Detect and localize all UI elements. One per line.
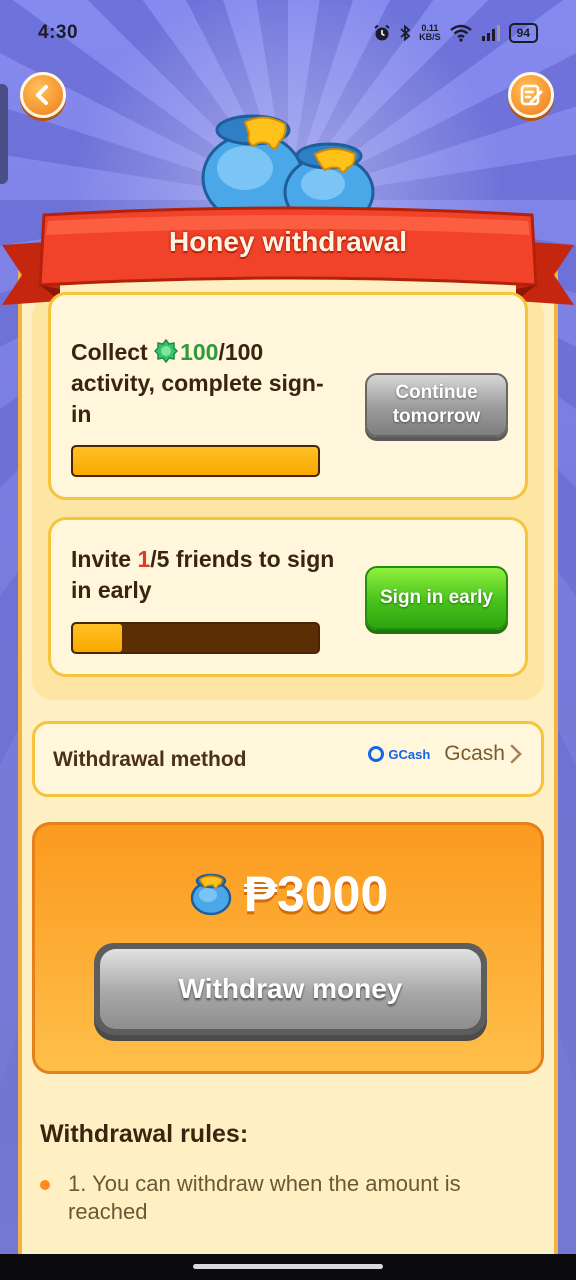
withdraw-amount: ₱3000 xyxy=(243,866,389,922)
task-description: Invite 1/5 friends to sign in early xyxy=(71,544,341,606)
green-gem-icon xyxy=(154,339,179,363)
edit-note-button[interactable] xyxy=(508,72,554,118)
gcash-logo: GCash xyxy=(368,746,430,762)
signal-icon xyxy=(481,25,500,41)
chevron-right-icon xyxy=(510,744,522,764)
chevron-left-icon xyxy=(36,85,48,105)
task-text-prefix: Collect xyxy=(71,339,155,365)
task-card-collect: Collect 100/100 activity, complete sign-… xyxy=(48,292,528,500)
rules-title: Withdrawal rules: xyxy=(40,1120,249,1148)
status-time: 4:30 xyxy=(38,22,79,43)
withdraw-money-label: Withdraw money xyxy=(100,949,481,1029)
withdrawal-method-value: Gcash xyxy=(444,742,505,765)
withdrawal-method-selector[interactable]: GCash Gcash xyxy=(368,742,523,766)
system-nav-bar xyxy=(0,1254,576,1280)
withdrawal-method-row[interactable]: Withdrawal method GCash Gcash xyxy=(32,721,544,797)
amount-card: ₱3000 Withdraw money xyxy=(32,822,544,1074)
net-speed-unit: KB/S xyxy=(419,32,441,42)
alarm-icon xyxy=(374,24,390,41)
honey-pots-illustration xyxy=(201,114,375,220)
task-progress-bar xyxy=(71,445,320,477)
status-icons: 0.11 KB/S 94 xyxy=(373,23,538,43)
home-gesture-pill[interactable] xyxy=(193,1264,383,1269)
task-progress-bar xyxy=(71,622,320,654)
page-title: Honey withdrawal xyxy=(168,226,408,257)
gcash-icon xyxy=(368,746,385,762)
net-speed: 0.11 KB/S xyxy=(419,24,441,42)
task-card-invite: Invite 1/5 friends to sign in early Sign… xyxy=(48,517,528,677)
bullet-icon xyxy=(40,1180,50,1190)
edit-note-icon xyxy=(520,84,543,106)
withdrawal-method-label: Withdrawal method xyxy=(53,748,247,771)
bluetooth-icon xyxy=(400,24,411,42)
amount-display: ₱3000 xyxy=(35,865,541,923)
rule-text: 1. You can withdraw when the amount is r… xyxy=(68,1171,461,1224)
sign-in-early-button[interactable]: Sign in early xyxy=(365,566,508,630)
task-description: Collect 100/100 activity, complete sign-… xyxy=(71,337,341,430)
back-button[interactable] xyxy=(20,72,66,118)
task-highlight-count: 100 xyxy=(180,339,219,365)
task-progress-fill xyxy=(73,624,122,652)
task-progress-fill xyxy=(73,447,318,475)
rule-item: 1. You can withdraw when the amount is r… xyxy=(40,1170,520,1226)
gcash-logo-text: GCash xyxy=(388,746,431,762)
battery-indicator: 94 xyxy=(508,23,538,43)
task-text-prefix: Invite xyxy=(71,546,138,572)
wifi-icon xyxy=(449,24,472,42)
edge-handle[interactable] xyxy=(0,84,8,184)
withdraw-money-button[interactable]: Withdraw money xyxy=(94,943,487,1035)
task-highlight-count: 1 xyxy=(137,546,151,572)
honey-pot-icon xyxy=(190,873,231,916)
status-bar: 4:30 0.11 KB/S 94 xyxy=(0,0,576,66)
continue-tomorrow-button[interactable]: Continue tomorrow xyxy=(365,373,508,437)
